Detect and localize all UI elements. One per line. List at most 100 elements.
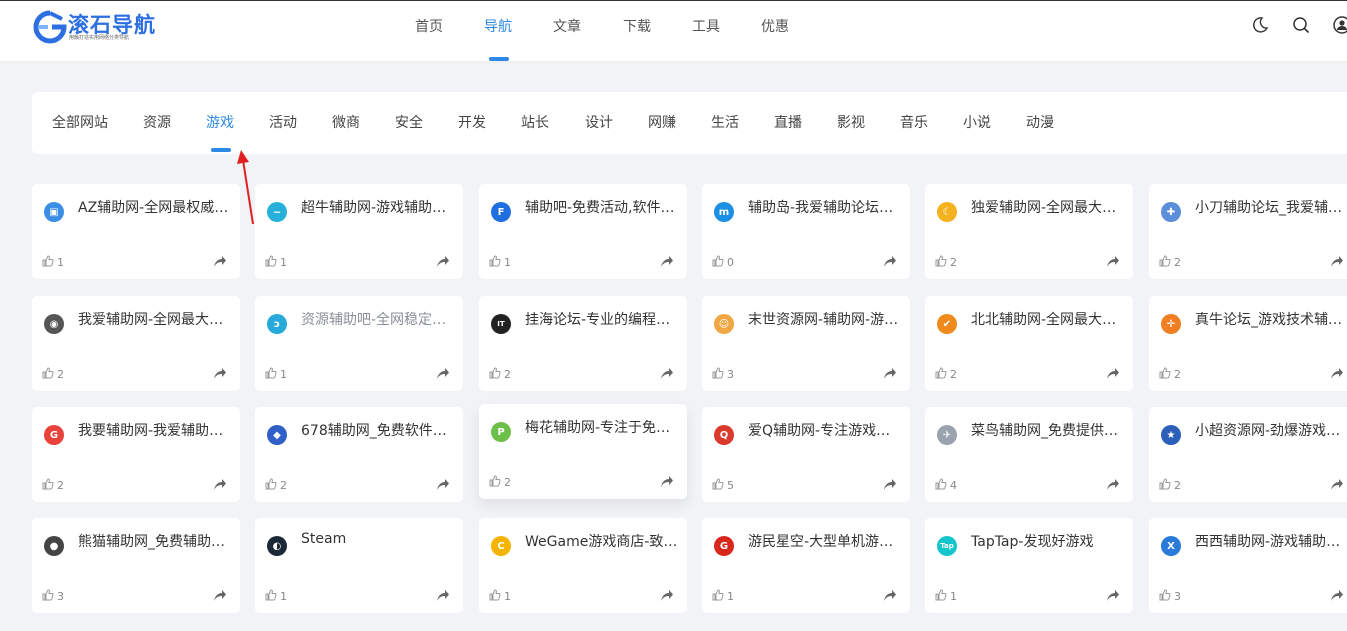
nav-navigation[interactable]: 导航 [484,16,512,36]
tab-make-money[interactable]: 网赚 [648,112,676,132]
like-count[interactable]: 1 [935,588,957,603]
site-title[interactable]: 北北辅助网-全网最大辅助网 [971,309,1127,329]
site-title[interactable]: TapTap-发现好游戏 [971,531,1127,551]
site-card[interactable]: ✚ 小刀辅助论坛_我爱辅助网 2 [1149,184,1347,279]
share-arrow-icon[interactable] [883,367,897,380]
like-count[interactable]: 4 [935,477,957,492]
site-title[interactable]: 熊猫辅助网_免费辅助下载 [78,531,234,551]
tab-games[interactable]: 游戏 [206,112,234,132]
site-card[interactable]: C WeGame游戏商店-致力于打造中国最大的游戏平台 1 [479,518,687,613]
site-card[interactable]: ◐ Steam 1 [255,518,463,613]
site-title[interactable]: 资源辅助吧-全网稳定辅助 [301,309,457,329]
site-card[interactable]: ~ 超牛辅助网-游戏辅助资源网 1 [255,184,463,279]
site-title[interactable]: 我要辅助网-我爱辅助网站 [78,420,234,440]
share-arrow-icon[interactable] [1106,367,1120,380]
tab-life[interactable]: 生活 [711,112,739,132]
nav-home[interactable]: 首页 [415,16,443,36]
site-title[interactable]: 我爱辅助网-全网最大辅助网 [78,309,234,329]
site-title[interactable]: 小超资源网-劲爆游戏辅助 [1195,420,1347,440]
like-count[interactable]: 1 [489,254,511,269]
site-card[interactable]: ☾ 独爱辅助网-全网最大辅助网 2 [925,184,1133,279]
site-title[interactable]: 辅助岛-我爱辅助论坛网站 [748,197,904,217]
share-arrow-icon[interactable] [660,367,674,380]
site-card[interactable]: IT 挂海论坛-专业的编程技术论坛 2 [479,296,687,391]
tab-live[interactable]: 直播 [774,112,802,132]
site-card[interactable]: ✛ 真牛论坛_游戏技术辅助论坛 2 [1149,296,1347,391]
tab-design[interactable]: 设计 [585,112,613,132]
tab-music[interactable]: 音乐 [900,112,928,132]
like-count[interactable]: 5 [712,477,734,492]
site-card[interactable]: ✔ 北北辅助网-全网最大辅助网 2 [925,296,1133,391]
site-card[interactable]: ↄ 资源辅助吧-全网稳定辅助 1 [255,296,463,391]
tab-all-sites[interactable]: 全部网站 [52,112,108,132]
share-arrow-icon[interactable] [1106,255,1120,268]
nav-downloads[interactable]: 下载 [623,16,651,36]
share-arrow-icon[interactable] [1330,255,1344,268]
site-title[interactable]: 辅助吧-免费活动,软件资源分享 [525,197,681,217]
tab-security[interactable]: 安全 [395,112,423,132]
nav-tools[interactable]: 工具 [692,16,720,36]
like-count[interactable]: 2 [489,474,511,489]
like-count[interactable]: 3 [712,366,734,381]
tab-development[interactable]: 开发 [458,112,486,132]
site-title[interactable]: 678辅助网_免费软件辅助下载 [301,420,457,440]
like-count[interactable]: 2 [42,477,64,492]
site-title[interactable]: 超牛辅助网-游戏辅助资源网 [301,197,457,217]
like-count[interactable]: 2 [42,366,64,381]
share-arrow-icon[interactable] [1330,478,1344,491]
nav-articles[interactable]: 文章 [553,16,581,36]
site-card[interactable]: ★ 小超资源网-劲爆游戏辅助 2 [1149,407,1347,502]
share-arrow-icon[interactable] [436,589,450,602]
site-card[interactable]: ✈ 菜鸟辅助网_免费提供辅助 4 [925,407,1133,502]
site-card[interactable]: ● 熊猫辅助网_免费辅助下载 3 [32,518,240,613]
tab-resources[interactable]: 资源 [143,112,171,132]
site-card[interactable]: m 辅助岛-我爱辅助论坛网站 0 [702,184,910,279]
site-title[interactable]: 末世资源网-辅助网-游戏辅助 [748,309,904,329]
share-arrow-icon[interactable] [883,478,897,491]
share-arrow-icon[interactable] [660,255,674,268]
like-count[interactable]: 1 [712,588,734,603]
site-card[interactable]: ◆ 678辅助网_免费软件辅助下载 2 [255,407,463,502]
tab-events[interactable]: 活动 [269,112,297,132]
site-card[interactable]: Tap TapTap-发现好游戏 1 [925,518,1133,613]
site-title[interactable]: WeGame游戏商店-致力于打造中国最大的游戏平台 [525,531,681,551]
like-count[interactable]: 2 [1159,477,1181,492]
nav-deals[interactable]: 优惠 [761,16,789,36]
share-arrow-icon[interactable] [660,475,674,488]
site-title[interactable]: 真牛论坛_游戏技术辅助论坛 [1195,309,1347,329]
site-card[interactable]: X 西西辅助网-游戏辅助网站 3 [1149,518,1347,613]
site-title[interactable]: 西西辅助网-游戏辅助网站 [1195,531,1347,551]
tab-wechat-business[interactable]: 微商 [332,112,360,132]
site-card[interactable]: ☺ 末世资源网-辅助网-游戏辅助 3 [702,296,910,391]
site-title[interactable]: Steam [301,531,457,547]
site-title[interactable]: 小刀辅助论坛_我爱辅助网 [1195,197,1347,217]
share-arrow-icon[interactable] [1106,478,1120,491]
like-count[interactable]: 2 [935,254,957,269]
share-arrow-icon[interactable] [213,478,227,491]
share-arrow-icon[interactable] [883,589,897,602]
site-title[interactable]: 挂海论坛-专业的编程技术论坛 [525,309,681,329]
site-card[interactable]: ▣ AZ辅助网-全网最权威辅助网站 1 [32,184,240,279]
like-count[interactable]: 2 [1159,366,1181,381]
site-card[interactable]: ◉ 我爱辅助网-全网最大辅助网 2 [32,296,240,391]
tab-webmaster[interactable]: 站长 [521,112,549,132]
user-icon[interactable] [1333,16,1347,34]
site-card[interactable]: F 辅助吧-免费活动,软件资源分享 1 [479,184,687,279]
tab-anime[interactable]: 动漫 [1026,112,1054,132]
site-card[interactable]: G 我要辅助网-我爱辅助网站 2 [32,407,240,502]
like-count[interactable]: 3 [1159,588,1181,603]
like-count[interactable]: 1 [265,254,287,269]
share-arrow-icon[interactable] [660,589,674,602]
like-count[interactable]: 2 [1159,254,1181,269]
share-arrow-icon[interactable] [883,255,897,268]
share-arrow-icon[interactable] [436,255,450,268]
site-title[interactable]: 游民星空-大型单机游戏媒体 [748,531,904,551]
site-title[interactable]: 爱Q辅助网-专注游戏辅助 [748,420,904,440]
share-arrow-icon[interactable] [213,589,227,602]
like-count[interactable]: 1 [42,254,64,269]
site-card[interactable]: Q 爱Q辅助网-专注游戏辅助 5 [702,407,910,502]
like-count[interactable]: 1 [265,366,287,381]
tab-video[interactable]: 影视 [837,112,865,132]
site-title[interactable]: 独爱辅助网-全网最大辅助网 [971,197,1127,217]
like-count[interactable]: 2 [935,366,957,381]
